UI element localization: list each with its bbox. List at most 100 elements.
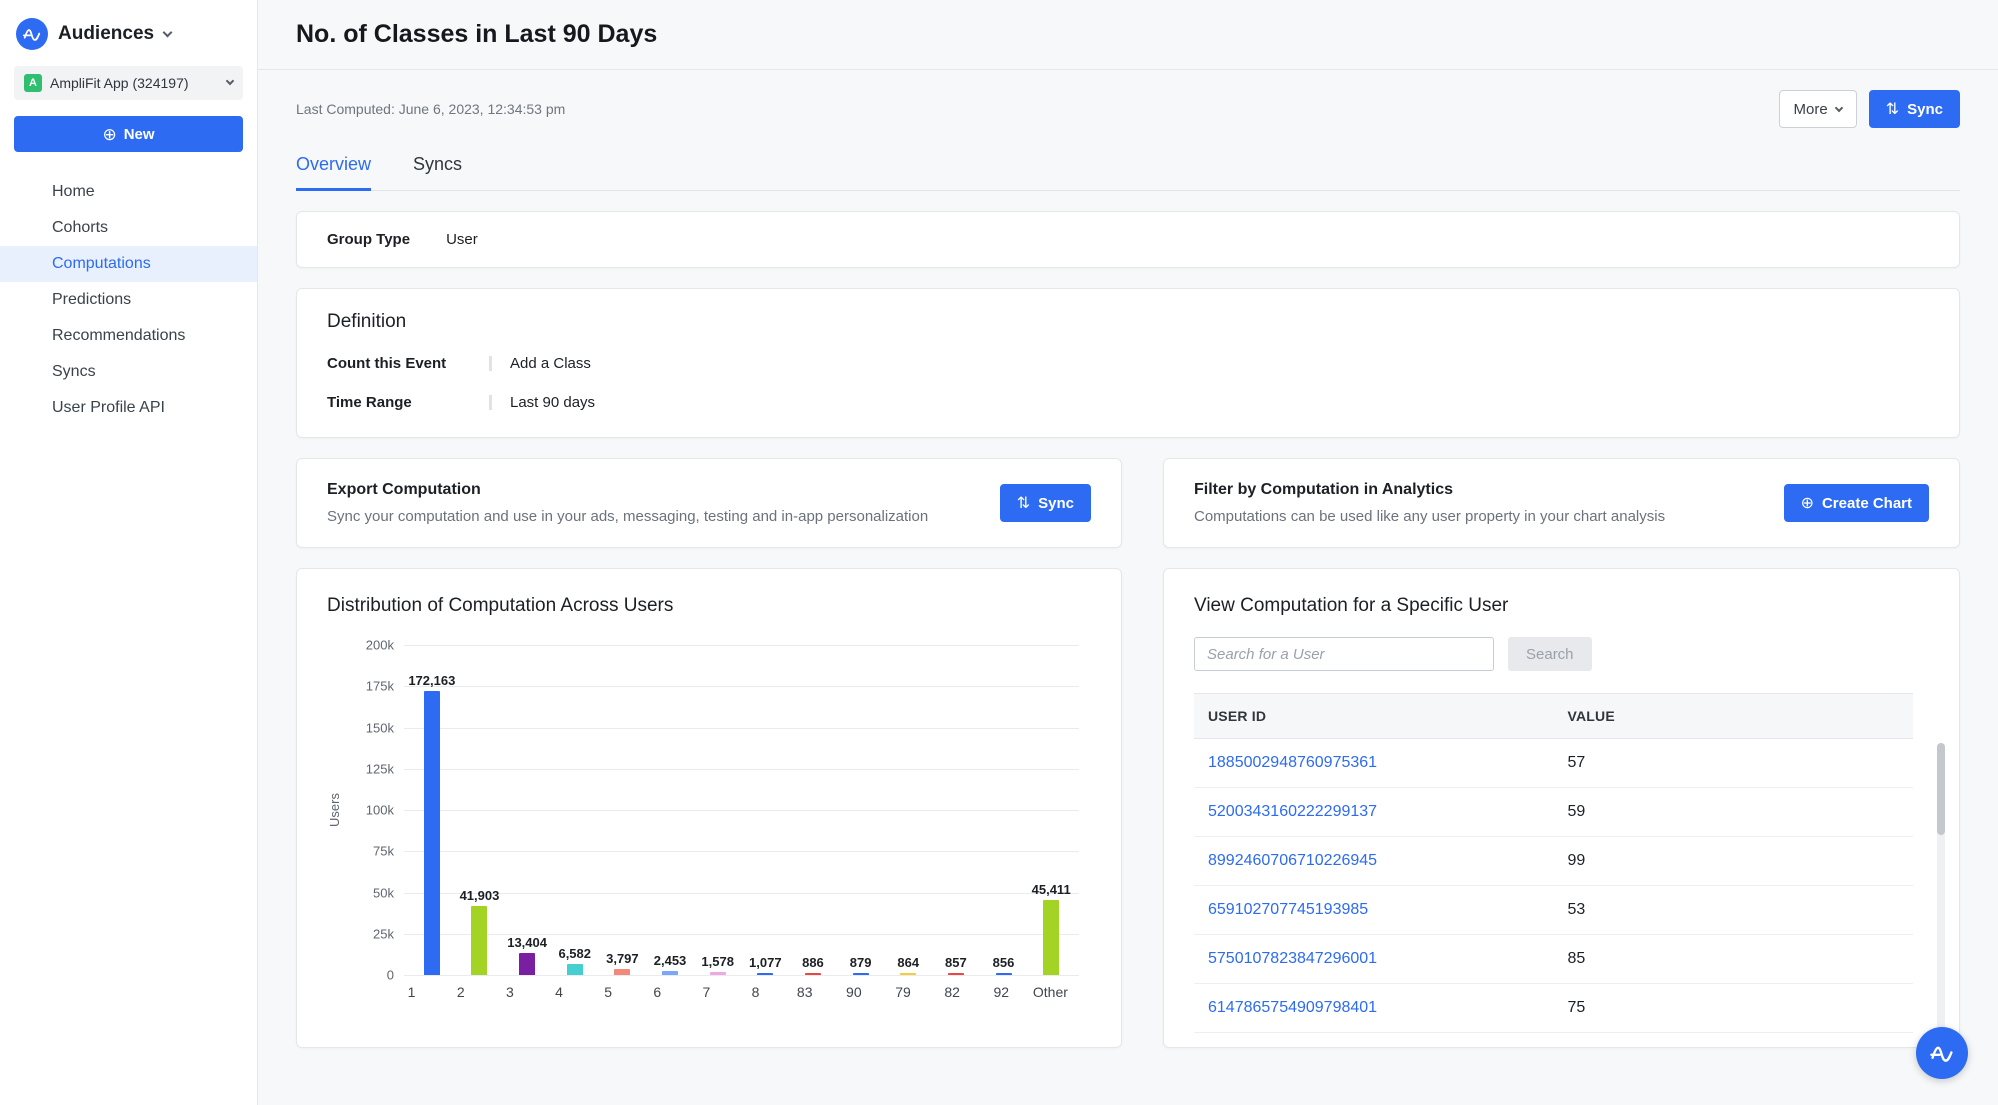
time-range-label: Time Range xyxy=(327,394,489,411)
bar-value-label: 879 xyxy=(850,955,872,970)
sidebar-item-home[interactable]: Home xyxy=(0,174,257,210)
user-id-link[interactable]: 8992460706710226945 xyxy=(1208,852,1377,869)
bar-6[interactable]: 2,453 xyxy=(646,645,694,975)
x-tick-label: 79 xyxy=(878,984,927,1000)
count-event-label: Count this Event xyxy=(327,355,489,372)
bar-90[interactable]: 879 xyxy=(837,645,885,975)
bar-value-label: 886 xyxy=(802,955,824,970)
y-tick-label: 100k xyxy=(366,803,394,818)
table-row: 520034316022229913759 xyxy=(1194,788,1913,837)
scrollbar-thumb[interactable] xyxy=(1937,743,1945,835)
bar-value-label: 172,163 xyxy=(408,673,455,688)
export-card-title: Export Computation xyxy=(327,481,928,499)
workspace-switcher[interactable]: Audiences xyxy=(0,0,257,64)
chevron-down-icon xyxy=(1834,103,1842,111)
sidebar-nav: HomeCohortsComputationsPredictionsRecomm… xyxy=(0,174,257,426)
bar-7[interactable]: 1,578 xyxy=(694,645,742,975)
user-id-link[interactable]: 1885002948760975361 xyxy=(1208,754,1377,771)
more-button[interactable]: More xyxy=(1779,90,1857,128)
page-title: No. of Classes in Last 90 Days xyxy=(296,20,657,49)
time-range-value: Last 90 days xyxy=(510,394,595,411)
bar-5[interactable]: 3,797 xyxy=(599,645,647,975)
y-tick-label: 50k xyxy=(373,885,394,900)
bar-value-label: 6,582 xyxy=(558,946,591,961)
create-chart-button[interactable]: ⊕ Create Chart xyxy=(1784,484,1929,522)
filter-card-description: Computations can be used like any user p… xyxy=(1194,508,1665,525)
tab-syncs[interactable]: Syncs xyxy=(413,154,462,191)
export-sync-button[interactable]: ⇅ Sync xyxy=(1000,484,1091,522)
table-scrollbar[interactable] xyxy=(1937,743,1945,1033)
amplitude-logo-icon xyxy=(1929,1040,1955,1066)
page-header: No. of Classes in Last 90 Days xyxy=(258,0,1998,70)
bar-rect xyxy=(996,973,1012,975)
divider xyxy=(489,356,492,371)
gridline xyxy=(404,975,1079,976)
x-axis-labels: 123456788390798292Other xyxy=(383,984,1079,1000)
new-button[interactable]: ⊕ New xyxy=(14,116,243,152)
tab-overview[interactable]: Overview xyxy=(296,154,371,191)
bar-82[interactable]: 857 xyxy=(932,645,980,975)
user-value: 85 xyxy=(1554,935,1914,984)
create-chart-button-label: Create Chart xyxy=(1822,495,1912,512)
filter-card-text: Filter by Computation in Analytics Compu… xyxy=(1194,481,1665,525)
bar-rect xyxy=(805,973,821,975)
plot-area: 200k175k150k125k100k75k50k25k0 172,16341… xyxy=(404,645,1079,975)
user-id-link[interactable]: 5200343160222299137 xyxy=(1208,803,1377,820)
amplitude-floating-button[interactable] xyxy=(1916,1027,1968,1079)
bar-rect xyxy=(567,964,583,975)
bar-92[interactable]: 856 xyxy=(980,645,1028,975)
bar-value-label: 3,797 xyxy=(606,951,639,966)
last-computed-text: Last Computed: June 6, 2023, 12:34:53 pm xyxy=(296,101,565,117)
y-tick-label: 200k xyxy=(366,638,394,653)
sidebar-item-cohorts[interactable]: Cohorts xyxy=(0,210,257,246)
x-tick-label: 92 xyxy=(977,984,1026,1000)
table-row: 659102707745193985 53 xyxy=(1194,886,1913,935)
group-type-value: User xyxy=(446,231,478,248)
y-tick-label: 150k xyxy=(366,720,394,735)
bar-8[interactable]: 1,077 xyxy=(741,645,789,975)
action-cards-row: Export Computation Sync your computation… xyxy=(296,458,1960,548)
bar-4[interactable]: 6,582 xyxy=(551,645,599,975)
bar-79[interactable]: 864 xyxy=(884,645,932,975)
bar-value-label: 2,453 xyxy=(654,953,687,968)
x-tick-label: 2 xyxy=(436,984,485,1000)
bar-83[interactable]: 886 xyxy=(789,645,837,975)
table-header-row: USER ID VALUE xyxy=(1194,694,1913,739)
export-computation-card: Export Computation Sync your computation… xyxy=(296,458,1122,548)
app-avatar-icon: A xyxy=(24,74,42,92)
user-id-link[interactable]: 5750107823847296001 xyxy=(1208,950,1377,967)
bar-value-label: 1,077 xyxy=(749,955,782,970)
table-row: 899246070671022694599 xyxy=(1194,837,1913,886)
app-selector[interactable]: A AmpliFit App (324197) xyxy=(14,66,243,100)
bar-rect xyxy=(424,691,440,975)
bar-1[interactable]: 172,163 xyxy=(408,645,456,975)
user-search-button[interactable]: Search xyxy=(1508,637,1592,671)
user-id-link[interactable]: 6147865754909798401 xyxy=(1208,999,1377,1016)
page-content: Last Computed: June 6, 2023, 12:34:53 pm… xyxy=(258,70,1998,1105)
bar-3[interactable]: 13,404 xyxy=(503,645,551,975)
plus-circle-icon: ⊕ xyxy=(102,126,116,143)
user-search-row: Search xyxy=(1194,637,1929,671)
definition-row: Count this Event Add a Class xyxy=(327,355,1929,372)
sidebar-item-computations[interactable]: Computations xyxy=(0,246,257,282)
user-value: 53 xyxy=(1554,886,1914,935)
sidebar-item-predictions[interactable]: Predictions xyxy=(0,282,257,318)
user-search-input[interactable] xyxy=(1194,637,1494,671)
sidebar-item-recommendations[interactable]: Recommendations xyxy=(0,318,257,354)
table-row: 6147865754909798401 75 xyxy=(1194,984,1913,1033)
bar-2[interactable]: 41,903 xyxy=(456,645,504,975)
sync-button[interactable]: ⇅ Sync xyxy=(1869,90,1960,128)
column-user-id: USER ID xyxy=(1194,694,1554,739)
sidebar-item-user-profile-api[interactable]: User Profile API xyxy=(0,390,257,426)
bar-rect xyxy=(710,972,726,975)
bar-rect xyxy=(662,971,678,975)
column-value: VALUE xyxy=(1554,694,1914,739)
user-id-link[interactable]: 659102707745193985 xyxy=(1208,901,1368,918)
bar-Other[interactable]: 45,411 xyxy=(1027,645,1075,975)
x-tick-label: 5 xyxy=(584,984,633,1000)
bar-rect xyxy=(519,953,535,975)
bar-rect xyxy=(1043,900,1059,975)
sidebar-item-syncs[interactable]: Syncs xyxy=(0,354,257,390)
user-value: 75 xyxy=(1554,984,1914,1033)
user-table: USER ID VALUE 18850029487609753615752003… xyxy=(1194,693,1929,1033)
